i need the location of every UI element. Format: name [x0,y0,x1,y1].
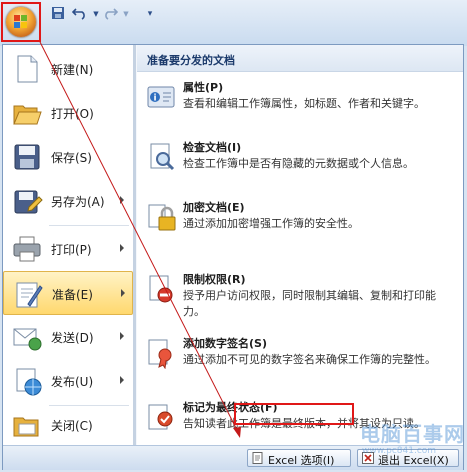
undo-icon[interactable] [71,6,88,22]
save-disk-icon [14,144,40,170]
menu-item-label: 发布(U) [51,375,94,389]
highlight-box [234,403,354,425]
menu-item-save-as[interactable]: 另存为(A) [3,179,133,223]
menu-item-label: 准备(E) [52,288,93,302]
watermark-logo: 电脑百事网 [360,422,465,446]
printer-icon [13,236,41,262]
menu-item-new[interactable]: 新建(N) [3,47,133,91]
submenu-arrow-icon [120,376,124,384]
menu-item-label: 另存为(A) [51,195,105,209]
submenu-arrow-icon [120,196,124,204]
inspect-document-icon [150,143,175,171]
submenu-item-digital-signature[interactable]: 添加数字签名(S) 通过添加不可见的数字签名来确保工作簿的完整性。 [137,333,463,393]
submenu-item-restrict[interactable]: 限制权限(R) 授予用户访问权限，同时限制其编辑、复制和打印能力。 [137,269,463,329]
submenu-arrow-icon [121,289,125,297]
mark-final-icon [148,404,173,430]
excel-options-button[interactable]: Excel 选项(I) [247,449,351,467]
office-button[interactable] [1,2,41,42]
submenu-item-title: 加密文档(E) [183,201,245,214]
menu-item-label: 打印(P) [51,243,92,257]
menu-item-publish[interactable]: 发布(U) [3,359,133,403]
redo-dropdown-icon[interactable]: ▼ [118,6,134,22]
menu-item-label: 保存(S) [51,151,92,165]
close-folder-icon [13,417,39,437]
encrypt-lock-icon [148,204,176,231]
submenu-item-title: 属性(P) [183,81,224,94]
options-document-icon [252,452,263,464]
submenu-item-description: 授予用户访问权限，同时限制其编辑、复制和打印能力。 [183,289,436,318]
open-folder-icon [13,105,42,125]
svg-text:i: i [153,94,156,104]
menu-item-prepare[interactable]: 准备(E) [3,271,133,315]
excel-options-label: Excel 选项(I) [268,454,335,467]
menu-item-label: 关闭(C) [51,419,93,433]
submenu-item-title: 添加数字签名(S) [183,337,267,350]
submenu-item-description: 查看和编辑工作簿属性，如标题、作者和关键字。 [183,97,425,110]
prepare-submenu: 准备要分发的文档 i 属性(P) 查看和编辑工作簿属性，如标题、作者和关键字。 … [137,45,463,445]
office-menu-commands: 新建(N) 打开(O) 保存(S) 另存为(A) 打印(P) 准备(E) 发送(… [3,45,133,445]
menu-item-label: 新建(N) [51,63,94,77]
publish-icon [16,368,42,396]
menu-item-print[interactable]: 打印(P) [3,227,133,271]
menu-column-divider [133,45,136,445]
submenu-item-properties[interactable]: i 属性(P) 查看和编辑工作簿属性，如标题、作者和关键字。 [137,77,463,137]
submenu-item-description: 通过添加不可见的数字签名来确保工作簿的完整性。 [183,353,436,366]
menu-item-send[interactable]: 发送(D) [3,315,133,359]
menu-item-save[interactable]: 保存(S) [3,135,133,179]
submenu-header: 准备要分发的文档 [137,45,463,72]
submenu-item-inspect[interactable]: 检查文档(I) 检查工作簿中是否有隐藏的元数据或个人信息。 [137,137,463,197]
title-bar: ▼ ▼ ▾ [0,0,467,46]
submenu-title: 准备要分发的文档 [147,54,235,67]
menu-item-label: 发送(D) [51,331,94,345]
submenu-item-description: 通过添加加密增强工作簿的安全性。 [183,217,359,230]
save-icon[interactable] [50,6,66,22]
send-icon [13,328,42,351]
menu-item-close[interactable]: 关闭(C) [3,403,133,447]
menu-divider [49,225,129,226]
save-as-icon [14,190,43,214]
watermark-url: www.pc841.com [362,446,437,456]
office-logo-icon [6,7,36,37]
new-document-icon [17,55,38,83]
properties-icon: i [147,86,175,108]
digital-signature-icon [148,339,172,369]
submenu-item-title: 检查文档(I) [183,141,242,154]
menu-item-open[interactable]: 打开(O) [3,91,133,135]
submenu-item-encrypt[interactable]: 加密文档(E) 通过添加加密增强工作簿的安全性。 [137,197,463,257]
menu-item-label: 打开(O) [51,107,94,121]
prepare-icon [16,282,43,308]
submenu-arrow-icon [120,332,124,340]
submenu-item-description: 检查工作簿中是否有隐藏的元数据或个人信息。 [183,157,414,170]
customize-toolbar-icon[interactable]: ▾ [142,6,158,22]
submenu-item-title: 限制权限(R) [183,273,246,286]
submenu-arrow-icon [120,244,124,252]
redo-icon[interactable] [102,6,119,22]
restrict-permission-icon [149,275,173,303]
office-menu: 新建(N) 打开(O) 保存(S) 另存为(A) 打印(P) 准备(E) 发送(… [2,44,464,470]
